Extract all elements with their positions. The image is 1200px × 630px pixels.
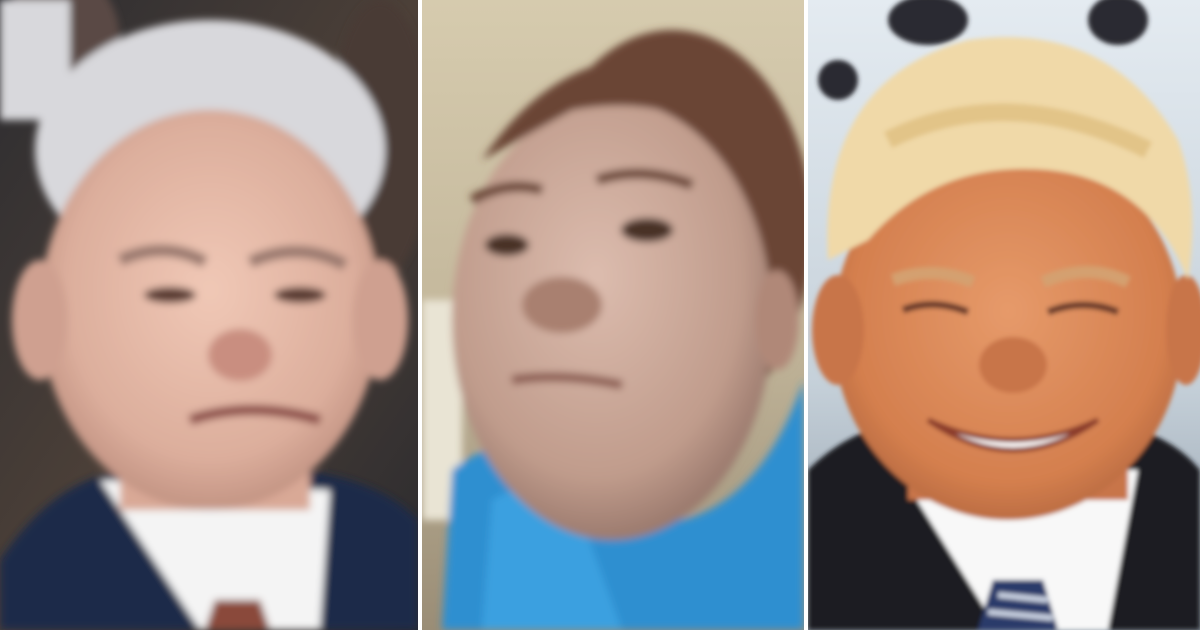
- photo-right-image: [808, 0, 1200, 630]
- photo-panel-center: [422, 0, 804, 630]
- photo-panel-right: [808, 0, 1200, 630]
- photo-left-image: [0, 0, 418, 630]
- photo-panel-left: [0, 0, 418, 630]
- photo-collage: [0, 0, 1200, 630]
- photo-center-image: [422, 0, 804, 630]
